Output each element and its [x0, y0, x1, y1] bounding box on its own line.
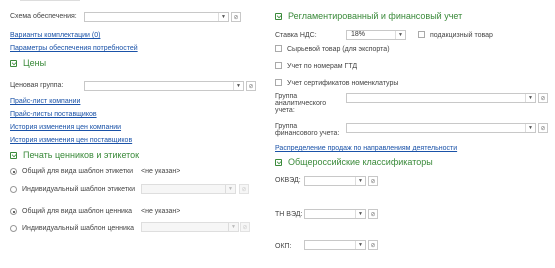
tnved-field[interactable]: ▼: [304, 209, 366, 219]
top-divider: [20, 0, 80, 1]
link-icon[interactable]: ⊘: [368, 240, 378, 250]
link-icon[interactable]: ⊘: [368, 176, 378, 186]
tag-individual-field[interactable]: ▼: [141, 222, 239, 232]
link-sales-distribution[interactable]: Распределение продаж по направлениям дея…: [275, 145, 457, 152]
link-icon[interactable]: ⊘: [240, 222, 250, 232]
tnved-label: ТН ВЭД:: [275, 211, 303, 218]
link-icon[interactable]: ⊘: [368, 209, 378, 219]
chevron-down-icon[interactable]: ▼: [228, 223, 238, 231]
analytic-label: Группа аналитического учета:: [275, 93, 327, 114]
vat-label: Ставка НДС:: [275, 32, 317, 39]
okved-label: ОКВЭД:: [275, 177, 301, 184]
radio-tag-individual[interactable]: [10, 225, 17, 232]
okp-field[interactable]: ▼: [304, 240, 366, 250]
link-price-history-company[interactable]: История изменения цен компании: [10, 124, 121, 131]
gtd-label: Учет по номерам ГТД: [287, 63, 358, 70]
okp-label: ОКП:: [275, 243, 292, 250]
vat-field[interactable]: 18% ▼: [346, 30, 406, 40]
print-section-header[interactable]: Печать ценников и этикеток: [10, 150, 139, 160]
chevron-collapse-icon[interactable]: [10, 59, 17, 67]
radio-label-common[interactable]: [10, 168, 17, 175]
print-header-text: Печать ценников и этикеток: [23, 150, 140, 160]
excise-label: подакцизный товар: [430, 32, 493, 39]
label-common-value: <не указан>: [141, 168, 181, 175]
link-supply-params[interactable]: Параметры обеспечения потребностей: [10, 45, 138, 52]
prices-header-text: Цены: [23, 58, 47, 68]
tnved-value: [305, 210, 355, 218]
finance-field[interactable]: ▼: [346, 123, 536, 133]
vat-value: 18%: [351, 31, 366, 38]
schema-field[interactable]: ▼: [84, 12, 229, 22]
radio-tag-common[interactable]: [10, 208, 17, 215]
okved-value: [305, 177, 355, 185]
chevron-down-icon[interactable]: ▼: [233, 82, 243, 90]
tag-common-value: <не указан>: [141, 208, 181, 215]
label-individual-value: [142, 185, 225, 193]
schema-label: Схема обеспечения:: [10, 13, 77, 20]
chevron-down-icon[interactable]: ▼: [225, 185, 235, 193]
label-individual-field[interactable]: ▼: [141, 184, 236, 194]
classifiers-section-header[interactable]: Общероссийские классификаторы: [275, 157, 433, 167]
tag-common-text: Общий для вида шаблон ценника: [22, 208, 133, 215]
link-icon[interactable]: ⊘: [231, 12, 241, 22]
link-icon[interactable]: ⊘: [538, 93, 548, 103]
chevron-down-icon[interactable]: ▼: [355, 210, 365, 218]
prices-section-header[interactable]: Цены: [10, 58, 46, 68]
regulatory-header-text: Регламентированный и финансовый учет: [288, 11, 463, 21]
radio-label-individual[interactable]: [10, 186, 17, 193]
chevron-down-icon[interactable]: ▼: [395, 31, 405, 39]
link-supplier-price-lists[interactable]: Прайс-листы поставщиков: [10, 111, 97, 118]
chevron-down-icon[interactable]: ▼: [355, 177, 365, 185]
finance-label: Группа финансового учета:: [275, 123, 340, 137]
chevron-down-icon[interactable]: ▼: [218, 13, 228, 21]
chevron-collapse-icon[interactable]: [275, 12, 282, 20]
excise-checkbox[interactable]: [418, 31, 425, 38]
link-price-list[interactable]: Прайс-лист компании: [10, 98, 80, 105]
link-icon[interactable]: ⊘: [538, 123, 548, 133]
raw-checkbox[interactable]: [275, 45, 282, 52]
analytic-value: [347, 94, 525, 102]
tag-individual-text: Индивидуальный шаблон ценника: [22, 225, 135, 232]
classifiers-header-text: Общероссийские классификаторы: [288, 157, 433, 167]
price-group-field[interactable]: ▼: [84, 81, 244, 91]
okp-value: [305, 241, 355, 249]
raw-label: Сырьевой товар (для экспорта): [287, 46, 390, 53]
chevron-collapse-icon[interactable]: [275, 158, 282, 166]
cert-label: Учет сертификатов номенклатуры: [287, 80, 399, 87]
link-icon[interactable]: ⊘: [246, 81, 256, 91]
chevron-down-icon[interactable]: ▼: [525, 94, 535, 102]
link-price-history-suppliers[interactable]: История изменения цен поставщиков: [10, 137, 132, 144]
schema-value: [85, 13, 218, 21]
chevron-collapse-icon[interactable]: [10, 151, 17, 159]
price-group-label: Ценовая группа:: [10, 82, 64, 89]
okved-field[interactable]: ▼: [304, 176, 366, 186]
link-icon[interactable]: ⊘: [239, 184, 249, 194]
finance-value: [347, 124, 525, 132]
tag-individual-value: [142, 223, 228, 231]
chevron-down-icon[interactable]: ▼: [355, 241, 365, 249]
chevron-down-icon[interactable]: ▼: [525, 124, 535, 132]
gtd-checkbox[interactable]: [275, 62, 282, 69]
cert-checkbox[interactable]: [275, 79, 282, 86]
price-group-value: [85, 82, 233, 90]
link-variants[interactable]: Варианты комплектации (0): [10, 32, 100, 39]
label-individual-text: Индивидуальный шаблон этикетки: [22, 186, 135, 193]
regulatory-section-header[interactable]: Регламентированный и финансовый учет: [275, 11, 462, 21]
label-common-text: Общий для вида шаблон этикетки: [22, 168, 134, 175]
analytic-field[interactable]: ▼: [346, 93, 536, 103]
